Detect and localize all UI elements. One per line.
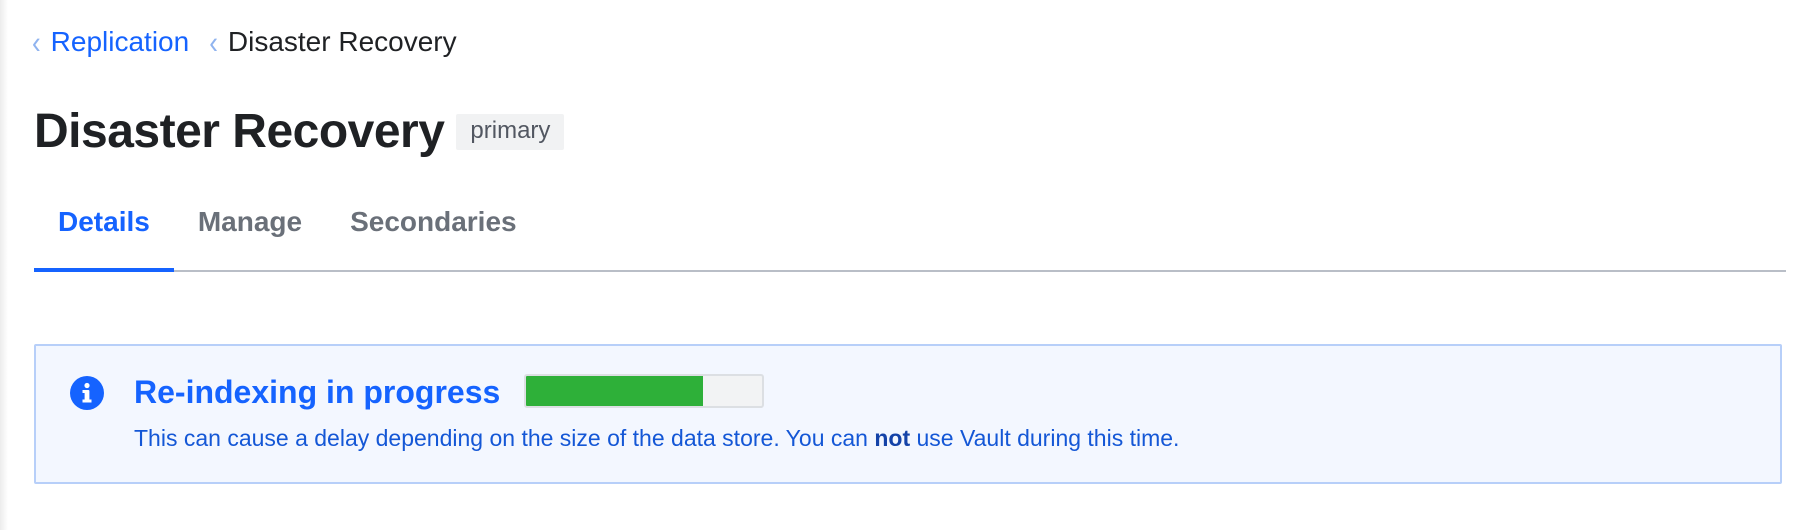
breadcrumb: ‹ Replication ‹ Disaster Recovery <box>32 22 457 62</box>
reindex-progress-bar <box>524 374 764 408</box>
progress-bar-fill <box>526 376 703 406</box>
tab-bar: Details Manage Secondaries <box>34 198 1786 272</box>
page-title: Disaster Recovery <box>34 105 445 158</box>
tab-manage[interactable]: Manage <box>174 198 326 268</box>
page-header: Disaster Recovery primary <box>34 100 565 164</box>
reindex-alert: Re-indexing in progress This can cause a… <box>34 344 1782 484</box>
alert-message-end: use Vault during this time. <box>910 425 1180 451</box>
breadcrumb-item-replication[interactable]: ‹ Replication <box>32 22 189 62</box>
tab-secondaries[interactable]: Secondaries <box>326 198 541 268</box>
breadcrumb-item-disaster-recovery: ‹ Disaster Recovery <box>209 22 456 62</box>
alert-message: This can cause a delay depending on the … <box>134 422 1179 454</box>
left-edge-shadow <box>0 0 8 530</box>
alert-message-emphasis: not <box>874 425 911 451</box>
alert-message-start: This can cause a delay depending on the … <box>134 425 875 451</box>
chevron-left-icon: ‹ <box>209 24 218 60</box>
mode-badge: primary <box>456 114 565 150</box>
chevron-left-icon: ‹ <box>32 24 41 60</box>
page: ‹ Replication ‹ Disaster Recovery Disast… <box>0 0 1816 530</box>
info-circle-icon <box>70 376 104 410</box>
breadcrumb-current: Disaster Recovery <box>227 26 457 57</box>
tab-details[interactable]: Details <box>34 198 174 272</box>
alert-title: Re-indexing in progress <box>134 374 501 410</box>
breadcrumb-link-replication[interactable]: Replication <box>51 22 190 62</box>
